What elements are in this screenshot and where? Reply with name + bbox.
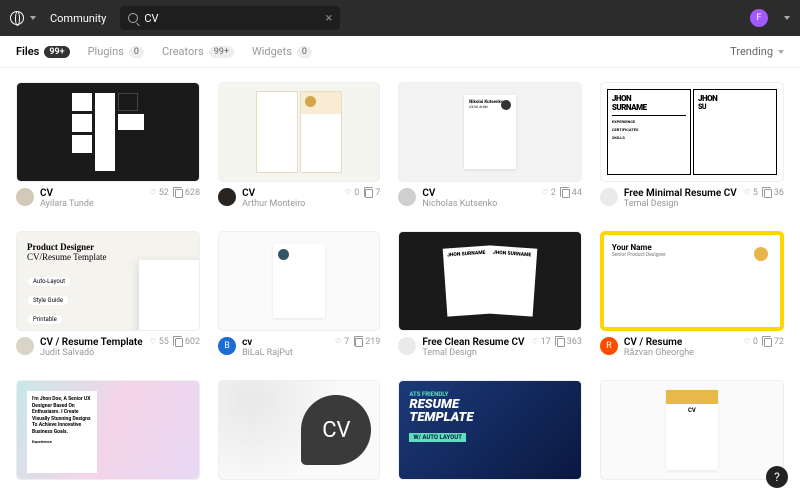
likes-stat: ♡0 <box>743 337 758 347</box>
card-author: Răzvan Gheorghe <box>624 348 737 358</box>
tab-label: Files <box>16 45 39 58</box>
card-author: Arthur Monteiro <box>242 199 338 209</box>
card-title: CV <box>242 188 338 199</box>
copy-icon <box>355 338 363 347</box>
result-card[interactable]: CV <box>600 380 784 486</box>
author-avatar[interactable]: B <box>218 337 236 355</box>
duplicates-stat: 219 <box>355 337 380 347</box>
result-card[interactable]: Product DesignerCV/Resume TemplateAuto-L… <box>16 231 200 364</box>
result-card[interactable]: CV Arthur Monteiro ♡0 7 <box>218 82 380 215</box>
author-avatar[interactable] <box>16 337 34 355</box>
copy-icon <box>562 189 570 198</box>
author-avatar[interactable]: R <box>600 337 618 355</box>
card-title: CV <box>40 188 143 199</box>
card-author: Temal Design <box>422 348 524 358</box>
result-card[interactable]: ATS FRIENDLYRESUMETEMPLATEW/ AUTO LAYOUT <box>398 380 582 486</box>
copy-icon <box>764 189 772 198</box>
copy-icon <box>175 189 183 198</box>
tab-creators[interactable]: Creators 99+ <box>162 45 234 58</box>
tab-label: Creators <box>162 45 204 58</box>
heart-icon: ♡ <box>335 338 341 346</box>
card-title: cv <box>242 337 328 348</box>
likes-stat: ♡55 <box>149 337 169 347</box>
author-avatar[interactable] <box>398 188 416 206</box>
author-avatar[interactable] <box>16 188 34 206</box>
duplicates-stat: 7 <box>365 188 380 198</box>
tab-count-badge: 99+ <box>209 46 234 58</box>
card-author: Temal Design <box>624 199 737 209</box>
card-title: CV / Resume Template <box>40 337 143 348</box>
copy-icon <box>764 338 772 347</box>
tab-files[interactable]: Files 99+ <box>16 45 70 58</box>
tab-label: Widgets <box>252 45 292 58</box>
heart-icon: ♡ <box>150 338 156 346</box>
user-avatar[interactable]: F <box>750 9 768 27</box>
duplicates-stat: 628 <box>175 188 200 198</box>
clear-search-icon[interactable]: × <box>325 11 332 26</box>
heart-icon: ♡ <box>744 189 750 197</box>
result-card[interactable]: B cv BiLaL RajPut ♡7 219 <box>218 231 380 364</box>
chevron-down-icon <box>778 50 784 54</box>
likes-stat: ♡17 <box>531 337 551 347</box>
tab-widgets[interactable]: Widgets 0 <box>252 45 312 58</box>
result-card[interactable]: JHON SURNAMEJHON SURNAME Free Clean Resu… <box>398 231 582 364</box>
copy-icon <box>175 338 183 347</box>
result-card[interactable]: CV Ayilara Tunde ♡52 628 <box>16 82 200 215</box>
duplicates-stat: 363 <box>557 337 582 347</box>
result-card[interactable]: JHONSURNAMEEXPERIENCECERTIFICATESSKILLSJ… <box>600 82 784 215</box>
heart-icon: ♡ <box>542 189 548 197</box>
card-title: CV <box>422 188 534 199</box>
copy-icon <box>365 189 373 198</box>
sort-dropdown[interactable]: Trending <box>730 45 784 58</box>
globe-icon[interactable] <box>10 11 36 25</box>
card-author: Ayilara Tunde <box>40 199 143 209</box>
card-title: Free Clean Resume CV <box>422 337 524 348</box>
card-author: Judit Salvadó <box>40 348 143 358</box>
copy-icon <box>557 338 565 347</box>
likes-stat: ♡7 <box>334 337 349 347</box>
duplicates-stat: 36 <box>764 188 784 198</box>
likes-stat: ♡5 <box>743 188 758 198</box>
result-card[interactable]: I'm Jhon Doe, A Senior UX Designer Based… <box>16 380 200 486</box>
duplicates-stat: 602 <box>175 337 200 347</box>
heart-icon: ♡ <box>345 189 351 197</box>
card-title: CV / Resume <box>624 337 737 348</box>
author-avatar[interactable] <box>600 188 618 206</box>
duplicates-stat: 72 <box>764 337 784 347</box>
likes-stat: ♡52 <box>149 188 169 198</box>
user-menu-chevron[interactable] <box>784 16 790 20</box>
heart-icon: ♡ <box>532 338 538 346</box>
help-button[interactable]: ? <box>766 466 788 488</box>
duplicates-stat: 44 <box>562 188 582 198</box>
search-input-wrapper[interactable]: × <box>120 6 340 30</box>
card-author: Nicholas Kutsenko <box>422 199 534 209</box>
heart-icon: ♡ <box>744 338 750 346</box>
card-title: Free Minimal Resume CV <box>624 188 737 199</box>
search-icon <box>128 13 138 23</box>
author-avatar[interactable] <box>218 188 236 206</box>
result-card[interactable]: CV <box>218 380 380 486</box>
tab-label: Plugins <box>88 45 124 58</box>
likes-stat: ♡0 <box>344 188 359 198</box>
result-card[interactable]: Your NameSenior Product Designer R CV / … <box>600 231 784 364</box>
heart-icon: ♡ <box>150 189 156 197</box>
tab-count-badge: 99+ <box>44 46 69 58</box>
tab-count-badge: 0 <box>129 46 144 58</box>
tab-count-badge: 0 <box>297 46 312 58</box>
search-input[interactable] <box>144 12 319 25</box>
author-avatar[interactable] <box>398 337 416 355</box>
tab-plugins[interactable]: Plugins 0 <box>88 45 144 58</box>
result-card[interactable]: Nikolai KutsenkoUX/UI Artist CV Nicholas… <box>398 82 582 215</box>
likes-stat: ♡2 <box>541 188 556 198</box>
section-label[interactable]: Community <box>50 12 106 25</box>
card-author: BiLaL RajPut <box>242 348 328 358</box>
